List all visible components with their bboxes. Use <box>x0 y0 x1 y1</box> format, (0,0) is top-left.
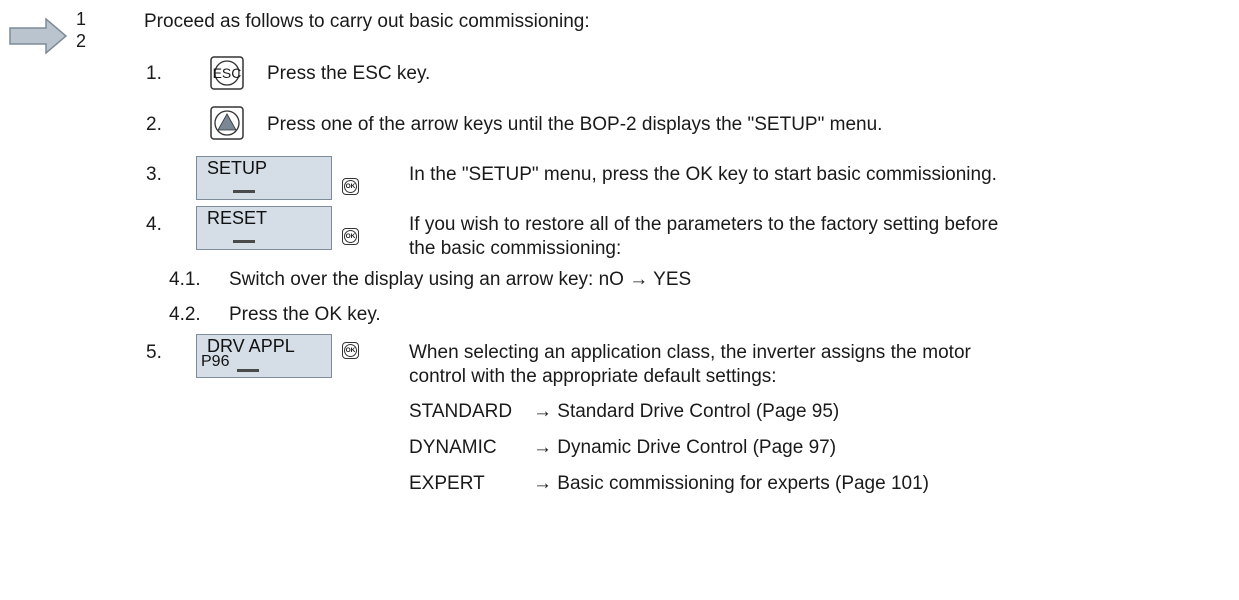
step-5-text-line2: control with the appropriate default set… <box>409 366 777 387</box>
step-number: 4. <box>146 214 162 235</box>
step-1-text: Press the ESC key. <box>267 63 431 84</box>
bop-display-reset: RESET <box>196 206 332 250</box>
app-class-name: DYNAMIC <box>409 437 497 458</box>
esc-key-label: ESC <box>212 65 242 81</box>
esc-key-icon: ESC <box>210 56 244 90</box>
bop-display-setup: SETUP <box>196 156 332 200</box>
substep-4-1-text: Switch over the display using an arrow k… <box>229 269 692 290</box>
step-2-text: Press one of the arrow keys until the BO… <box>267 114 883 135</box>
intro-text: Proceed as follows to carry out basic co… <box>144 11 590 32</box>
bop-display-drv-appl: DRV APPL P96 <box>196 334 332 378</box>
ok-key-label: OK <box>344 180 357 193</box>
ok-key-icon: OK <box>342 228 359 245</box>
display-text-line2: P96 <box>201 353 230 370</box>
step-number: 1. <box>146 63 162 84</box>
substep-number: 4.1. <box>169 269 201 290</box>
app-class-name: STANDARD <box>409 401 513 422</box>
app-class-link[interactable]: → Basic commissioning for experts (Page … <box>533 472 929 496</box>
app-class-link[interactable]: → Dynamic Drive Control (Page 97) <box>533 436 836 460</box>
substep-4-2-text: Press the OK key. <box>229 304 381 325</box>
arrow-up-key-icon <box>210 106 244 140</box>
step-number: 3. <box>146 164 162 185</box>
step-3-text: In the "SETUP" menu, press the OK key to… <box>409 164 997 185</box>
step-4-text-line2: the basic commissioning: <box>409 238 622 259</box>
display-cursor <box>233 240 255 243</box>
app-class-link[interactable]: → Standard Drive Control (Page 95) <box>533 400 839 424</box>
procedure-number-2: 2 <box>76 31 87 51</box>
ok-key-icon: OK <box>342 342 359 359</box>
ok-key-label: OK <box>344 230 357 243</box>
substep-number: 4.2. <box>169 304 201 325</box>
app-class-name: EXPERT <box>409 473 485 494</box>
procedure-arrow-icon <box>8 16 68 56</box>
procedure-number-1: 1 <box>76 9 87 29</box>
step-number: 2. <box>146 114 162 135</box>
step-number: 5. <box>146 342 162 363</box>
ok-key-label: OK <box>344 344 357 357</box>
ok-key-icon: OK <box>342 178 359 195</box>
display-text: SETUP <box>207 158 268 178</box>
display-cursor <box>233 190 255 193</box>
step-4-text-line1: If you wish to restore all of the parame… <box>409 214 999 235</box>
display-cursor <box>237 369 259 372</box>
display-text: RESET <box>207 208 268 228</box>
step-5-text-line1: When selecting an application class, the… <box>409 342 971 363</box>
